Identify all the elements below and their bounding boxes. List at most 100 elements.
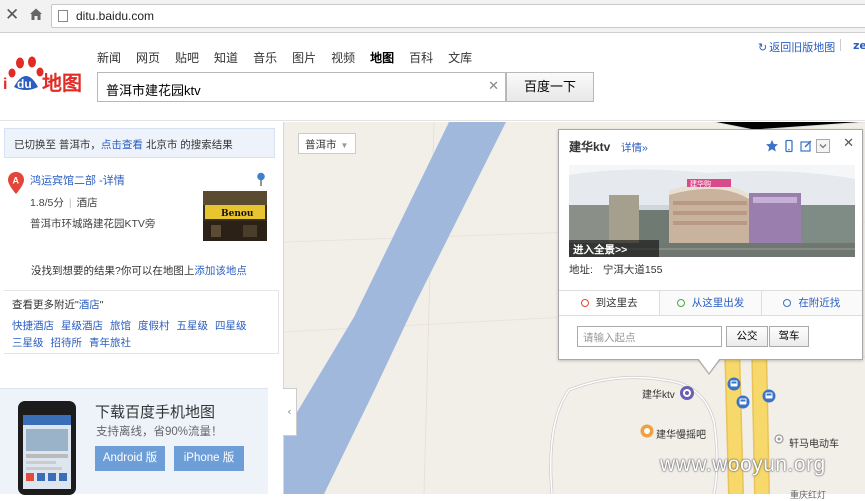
nav-web[interactable]: 网页 (136, 49, 160, 66)
rating-value: 1.8/5分 (30, 197, 64, 209)
not-found-text: 没找到想要的结果?你可以在地图上 (31, 265, 195, 277)
info-window-title: 建华ktv (569, 140, 611, 154)
photo-sign-text: Benou (221, 209, 254, 219)
nearby-link-express[interactable]: 快捷酒店 (12, 318, 54, 335)
old-version-link[interactable]: ↻ 返回旧版地图 (758, 39, 835, 55)
home-icon[interactable] (28, 6, 44, 22)
nav-wenku[interactable]: 文库 (448, 49, 472, 66)
map-label-shop[interactable]: 轩马电动车 (789, 435, 839, 450)
nearby-link-five-star[interactable]: 五星级 (177, 318, 209, 335)
rating-separator: | (68, 197, 72, 209)
nearby-link-star-hotel[interactable]: 星级酒店 (61, 318, 103, 335)
shop-poi-icon[interactable] (774, 434, 784, 444)
refresh-icon: ↻ (758, 41, 768, 54)
nav-tieba[interactable]: 贴吧 (175, 49, 199, 66)
nearby-title-prefix: 查看更多附近" (12, 299, 79, 311)
nav-baike[interactable]: 百科 (409, 49, 433, 66)
go-here-icon (580, 299, 589, 307)
svg-text:du: du (17, 77, 32, 91)
mobile-app-promo: 下载百度手机地图 支持离线，省90%流量！ Android 版 iPhone 版 (0, 388, 268, 495)
result-photo[interactable]: Benou (203, 191, 267, 241)
edit-icon[interactable] (799, 139, 813, 153)
info-window-detail-link[interactable]: 详情» (621, 140, 648, 155)
bus-stop-icon[interactable] (762, 389, 776, 403)
result-photo-image: Benou (203, 191, 267, 241)
nav-news[interactable]: 新闻 (97, 49, 121, 66)
notice-link[interactable]: 点击查看 (101, 139, 143, 151)
building-sign: 建华购 (690, 179, 711, 188)
search-input-value[interactable]: 普洱市建花园ktv (106, 80, 201, 99)
route-tabs: 到这里去 从这里出发 在附近找 (559, 290, 862, 316)
tab-start-here[interactable]: 从这里出发 (660, 291, 762, 315)
search-input[interactable]: 普洱市建花园ktv ✕ (97, 72, 506, 102)
header-divider (840, 39, 841, 51)
browser-toolbar: ✕ ditu.baidu.com (0, 0, 865, 33)
nav-map[interactable]: 地图 (370, 49, 394, 66)
nearby-link-three-star[interactable]: 三星级 (12, 335, 44, 352)
add-place-link[interactable]: 添加该地点 (194, 265, 247, 277)
user-link[interactable]: ze (853, 39, 865, 52)
watermark: www.wooyun.org (660, 453, 826, 476)
start-here-icon (676, 299, 685, 307)
nearby-link-four-star[interactable]: 四星级 (215, 318, 247, 335)
iphone-download-button[interactable]: iPhone 版 (174, 446, 244, 471)
location-pin-icon[interactable] (256, 172, 266, 186)
address-bar[interactable]: ditu.baidu.com (51, 4, 865, 28)
start-point-input[interactable]: 请输入起点 (577, 326, 722, 347)
tab-search-nearby[interactable]: 在附近找 (761, 291, 862, 315)
nav-music[interactable]: 音乐 (253, 49, 277, 66)
nearby-link-hostel[interactable]: 青年旅社 (89, 335, 131, 352)
clear-search-icon[interactable]: ✕ (488, 79, 499, 94)
android-download-button[interactable]: Android 版 (95, 446, 165, 471)
stop-loading-icon[interactable]: ✕ (5, 7, 19, 24)
map-label-bottom[interactable]: 重庆红灯 (790, 488, 826, 501)
drive-route-button[interactable]: 驾车 (769, 326, 809, 347)
bus-stop-icon[interactable] (736, 395, 750, 409)
page-icon (58, 10, 68, 22)
info-window-pointer-inner (698, 358, 720, 373)
map-label-ktv[interactable]: 建华ktv (642, 386, 675, 401)
address-value: 宁洱大道155 (602, 264, 663, 276)
nav-zhidao[interactable]: 知道 (214, 49, 238, 66)
search-button[interactable]: 百度一下 (506, 72, 594, 102)
baidu-map-logo[interactable]: du i 地图 (0, 53, 88, 99)
bus-route-button[interactable]: 公交 (726, 326, 768, 347)
promo-title: 下载百度手机地图 (95, 404, 216, 421)
ktv-poi-icon[interactable] (679, 385, 695, 401)
search-icon (783, 299, 792, 307)
nearby-hotel-link[interactable]: 酒店 (79, 299, 100, 311)
marker-a-icon: A (8, 172, 24, 194)
map-label-bar[interactable]: 建华慢摇吧 (656, 426, 706, 441)
nearby-link-resort[interactable]: 度假村 (138, 318, 170, 335)
tab-go-here[interactable]: 到这里去 (559, 291, 661, 315)
promo-subtitle: 支持离线，省90%流量！ (96, 426, 223, 438)
phone-illustration (18, 401, 76, 495)
close-icon[interactable]: ✕ (843, 136, 854, 151)
nav-video[interactable]: 视频 (331, 49, 355, 66)
nav-images[interactable]: 图片 (292, 49, 316, 66)
tab-search-nearby-label: 在附近找 (798, 297, 841, 309)
top-navigation: 新闻 网页 贴吧 知道 音乐 图片 视频 地图 百科 文库 (97, 49, 487, 66)
nearby-link-inn[interactable]: 旅馆 (110, 318, 131, 335)
nearby-link-guesthouse[interactable]: 招待所 (51, 335, 83, 352)
list-item[interactable]: A 鸿运宾馆二部 -详情 1.8/5分 | 酒店 普洱市环城路建花园KTV旁 Ben… (4, 168, 275, 278)
result-title-link[interactable]: 鸿运宾馆二部 -详情 (30, 172, 125, 188)
info-window-tools (765, 139, 830, 155)
tab-go-here-label: 到这里去 (595, 297, 638, 309)
send-to-phone-icon[interactable] (782, 139, 796, 153)
url-text[interactable]: ditu.baidu.com (76, 9, 154, 23)
results-panel: 已切换至 普洱市，点击查看 北京市 的搜索结果 A 鸿运宾馆二部 -详情 1.8… (0, 122, 283, 495)
nearby-links: 快捷酒店 星级酒店 旅馆 度假村 五星级 四星级三星级 招待所 青年旅社 (12, 318, 272, 352)
marker-letter: A (13, 176, 20, 186)
phone-screen-image (23, 415, 71, 481)
more-dropdown-icon[interactable] (816, 139, 830, 153)
city-select[interactable]: 普洱市 ▼ (298, 133, 356, 154)
enter-panorama-link[interactable]: 进入全景>> (569, 240, 659, 257)
bus-stop-icon[interactable] (727, 377, 741, 391)
favorite-star-icon[interactable] (765, 139, 779, 153)
result-address: 普洱市环城路建花园KTV旁 (30, 218, 156, 230)
phone-screen (23, 415, 71, 489)
tab-start-here-label: 从这里出发 (691, 297, 745, 309)
bar-poi-icon[interactable] (640, 424, 654, 438)
collapse-panel-button[interactable]: ‹ (283, 388, 297, 436)
